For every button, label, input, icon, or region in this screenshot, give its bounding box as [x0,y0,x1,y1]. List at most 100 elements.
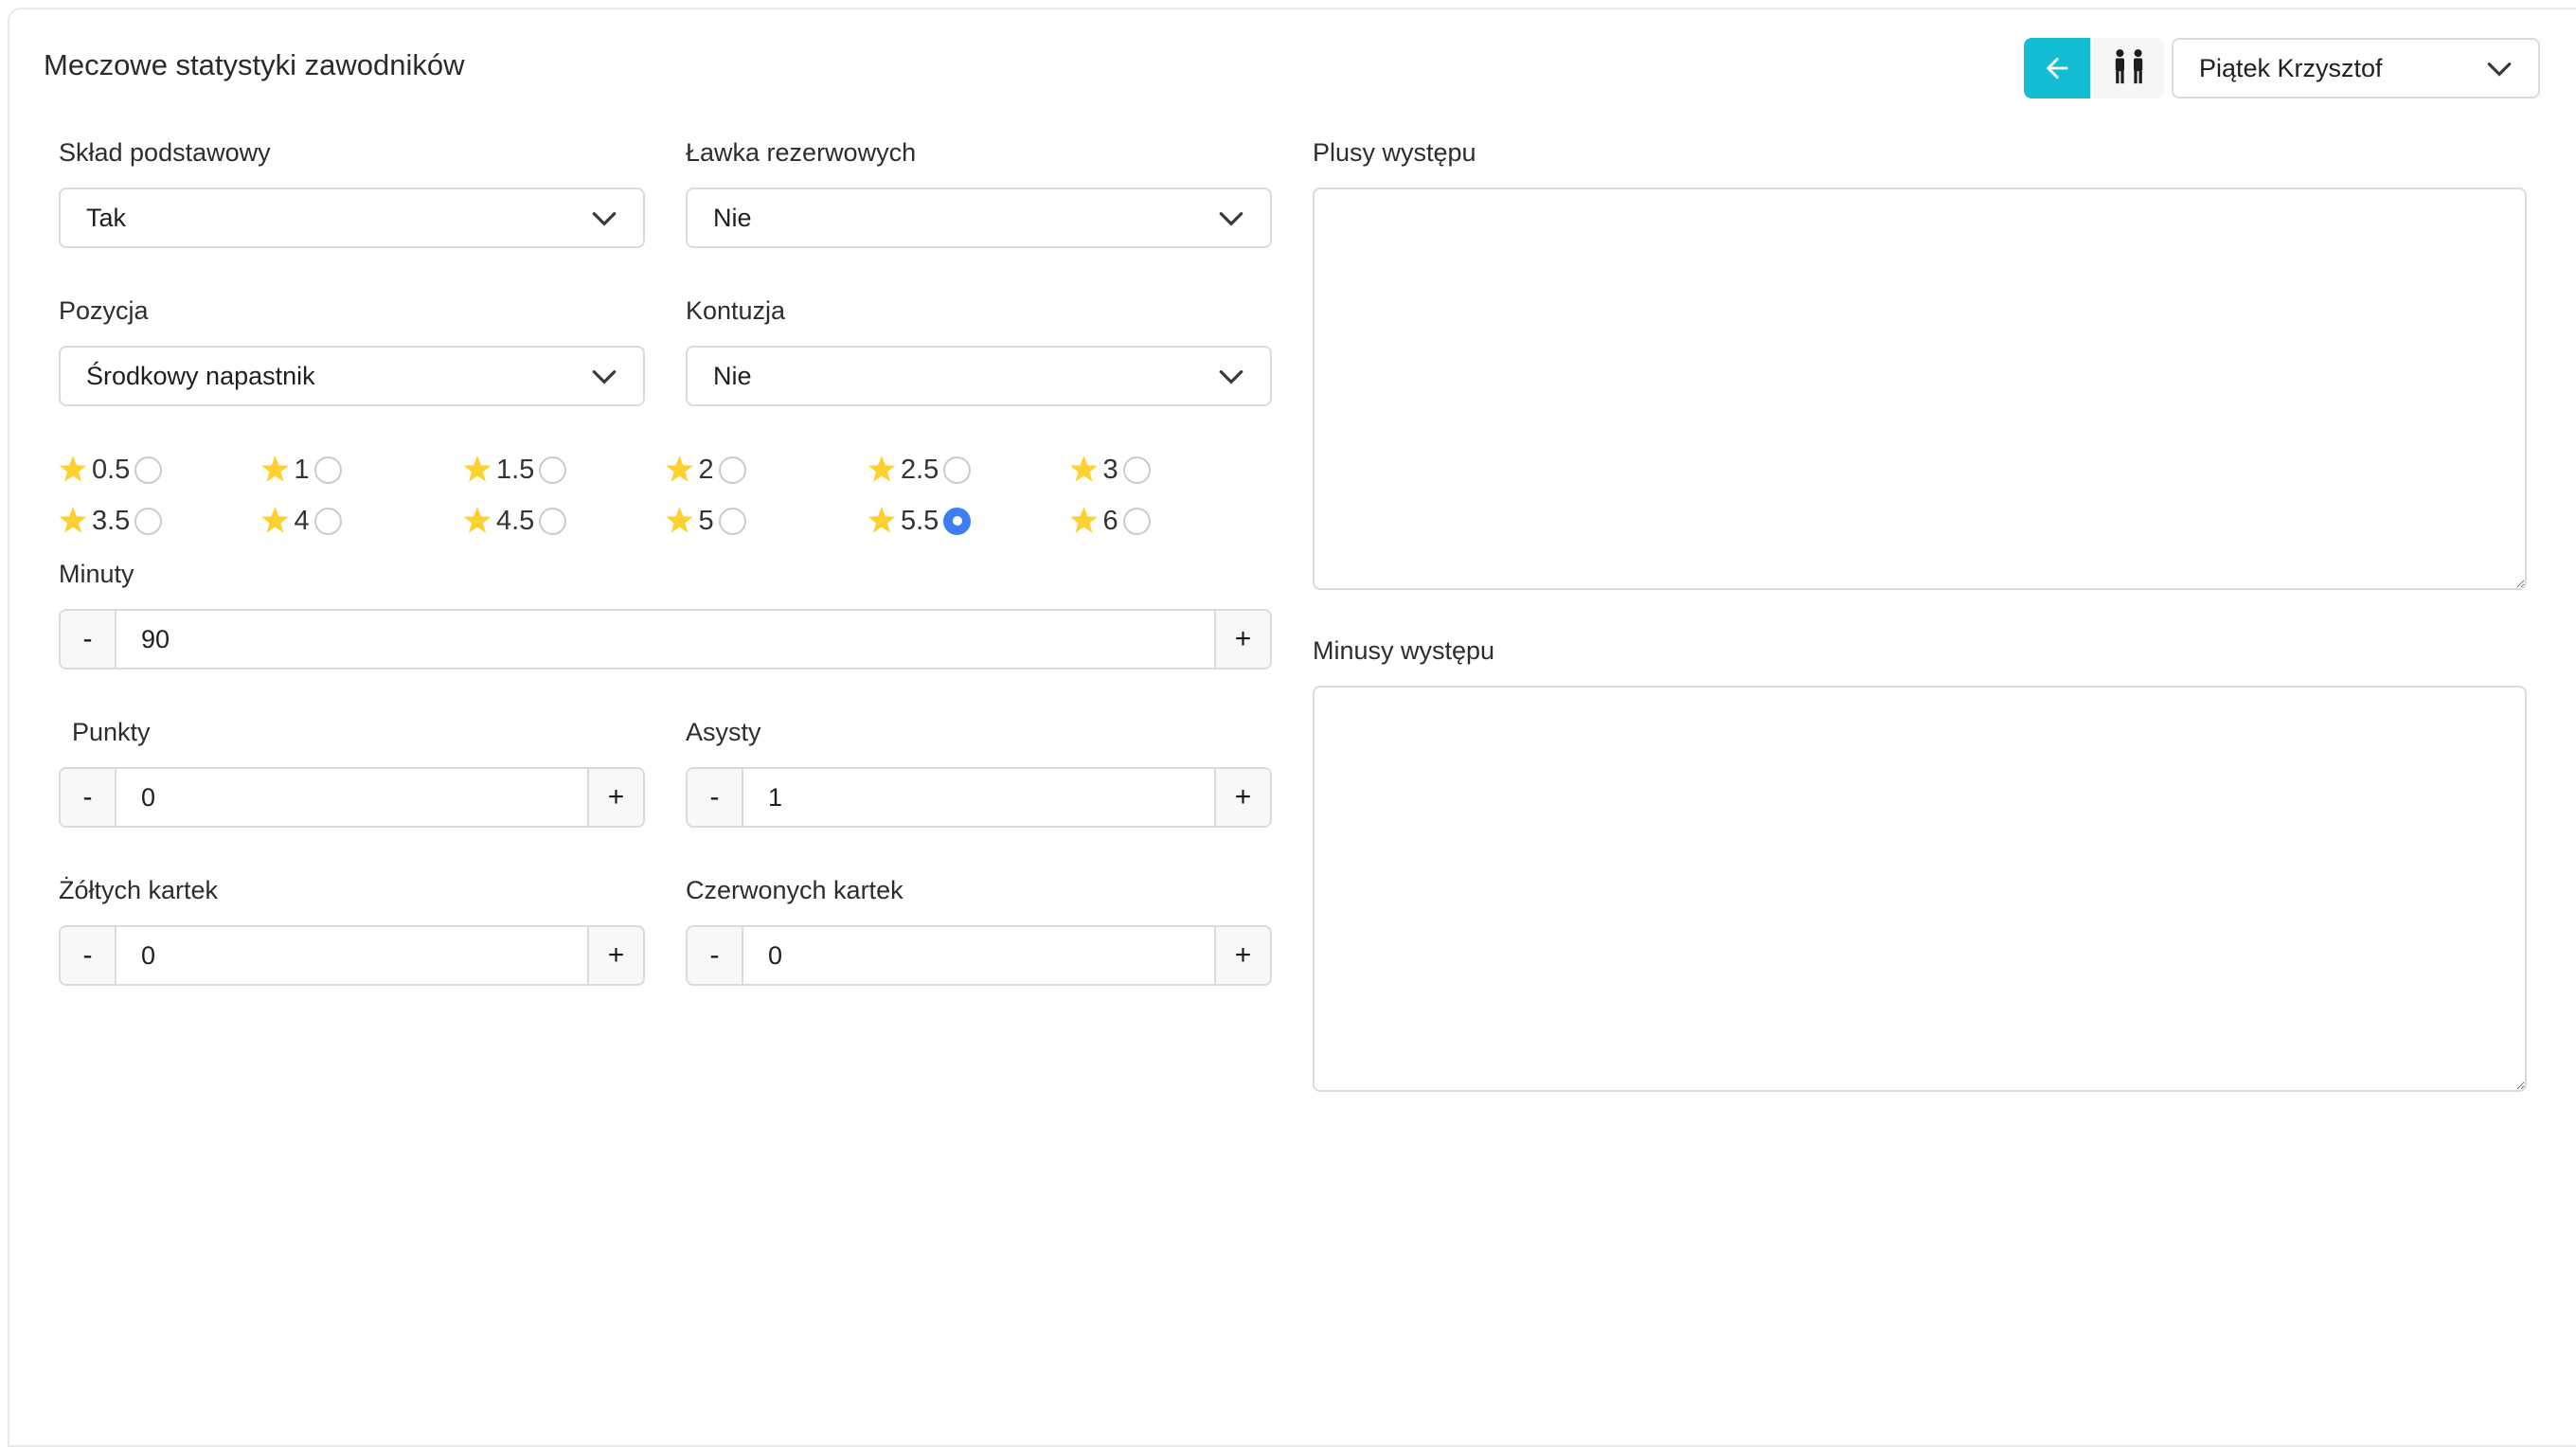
lawka-rezerwowych-select[interactable]: Nie [686,188,1272,248]
star-icon [666,507,694,535]
rating-radio[interactable] [1123,508,1151,535]
rating-option-label: 3 [1103,454,1118,486]
rating-option-label: 1 [295,454,310,486]
czerwonych-kartek-stepper: - + [686,925,1272,986]
asysty-stepper: - + [686,767,1272,828]
star-icon [261,507,290,535]
rating-radio[interactable] [539,508,566,535]
rating-radio[interactable] [719,508,746,535]
rating-radio[interactable] [134,508,162,535]
pozycja-value: Środkowy napastnik [86,362,315,391]
asysty-decrement-button[interactable]: - [688,769,742,826]
asysty-increment-button[interactable]: + [1216,769,1270,826]
player-select-value: Piątek Krzysztof [2199,54,2383,83]
rating-option-label: 0.5 [92,454,130,486]
star-icon [1070,507,1099,535]
minuty-input[interactable] [115,611,1216,668]
star-icon [868,507,896,535]
rating-option-2[interactable]: 2 [666,454,868,486]
czerwonych-kartek-decrement-button[interactable]: - [688,927,742,984]
star-icon [463,507,492,535]
toolbar-button-group [2024,38,2164,98]
field-lawka-rezerwowych: Ławka rezerwowych Nie [686,138,1272,248]
czerwonych-kartek-increment-button[interactable]: + [1216,927,1270,984]
asysty-input[interactable] [742,769,1216,826]
field-asysty: Asysty - + [686,718,1272,828]
punkty-increment-button[interactable]: + [589,769,643,826]
rating-option-4.5[interactable]: 4.5 [463,505,666,537]
sklad-podstawowy-select[interactable]: Tak [59,188,645,248]
pozycja-select[interactable]: Środkowy napastnik [59,346,645,406]
plusy-wystepu-label: Plusy występu [1313,138,2527,167]
rating-option-3.5[interactable]: 3.5 [59,505,261,537]
rating-radio[interactable] [314,456,342,484]
minusy-wystepu-label: Minusy występu [1313,636,2527,665]
minuty-stepper: - + [59,609,1272,670]
star-icon [666,456,694,484]
chevron-down-icon [1219,204,1243,233]
people-icon [2107,46,2151,90]
zoltych-kartek-stepper: - + [59,925,645,986]
rating-option-4[interactable]: 4 [261,505,464,537]
rating-radio[interactable] [943,508,971,535]
czerwonych-kartek-input[interactable] [742,927,1216,984]
arrow-left-icon [2041,52,2073,84]
toolbar: Piątek Krzysztof [2024,38,2540,98]
rating-grid: 0.5 1 1.5 2 [59,454,1272,537]
star-icon [59,456,87,484]
lawka-rezerwowych-label: Ławka rezerwowych [686,138,1272,167]
field-sklad-podstawowy: Skład podstawowy Tak [59,138,645,248]
sklad-podstawowy-value: Tak [86,204,126,233]
plusy-wystepu-textarea[interactable] [1313,188,2527,590]
field-plusy-wystepu: Plusy występu [1313,138,2527,590]
rating-option-6[interactable]: 6 [1070,505,1273,537]
star-icon [59,507,87,535]
form-content: Skład podstawowy Tak Ławka rezerwowych N… [9,138,2576,1092]
stats-card: Meczowe statystyki zawodników [8,8,2576,1447]
rating-radio[interactable] [943,456,971,484]
players-button[interactable] [2090,38,2164,98]
rating-option-0.5[interactable]: 0.5 [59,454,261,486]
rating-option-5.5[interactable]: 5.5 [868,505,1070,537]
back-button[interactable] [2024,38,2090,98]
kontuzja-select[interactable]: Nie [686,346,1272,406]
rating-option-2.5[interactable]: 2.5 [868,454,1070,486]
star-icon [868,456,896,484]
field-pozycja: Pozycja Środkowy napastnik [59,296,645,406]
rating-radio[interactable] [314,508,342,535]
zoltych-kartek-increment-button[interactable]: + [589,927,643,984]
punkty-decrement-button[interactable]: - [61,769,115,826]
punkty-input[interactable] [115,769,589,826]
rating-option-label: 4.5 [496,505,534,537]
rating-option-label: 2 [699,454,714,486]
rating-radio[interactable] [719,456,746,484]
field-minusy-wystepu: Minusy występu [1313,636,2527,1092]
chevron-down-icon [1219,362,1243,391]
pozycja-label: Pozycja [59,296,645,325]
rating-radio[interactable] [1123,456,1151,484]
field-punkty: Punkty - + [59,718,645,828]
rating-option-5[interactable]: 5 [666,505,868,537]
player-select[interactable]: Piątek Krzysztof [2172,38,2540,98]
rating-radio[interactable] [134,456,162,484]
minuty-decrement-button[interactable]: - [61,611,115,668]
minuty-increment-button[interactable]: + [1216,611,1270,668]
rating-radio[interactable] [539,456,566,484]
lawka-rezerwowych-value: Nie [713,204,752,233]
kontuzja-label: Kontuzja [686,296,1272,325]
rating-option-1.5[interactable]: 1.5 [463,454,666,486]
right-panel: Plusy występu Minusy występu [1313,138,2527,1092]
minuty-label: Minuty [59,560,1272,588]
rating-option-label: 4 [295,505,310,537]
rating-option-1[interactable]: 1 [261,454,464,486]
zoltych-kartek-input[interactable] [115,927,589,984]
rating-option-label: 5 [699,505,714,537]
zoltych-kartek-decrement-button[interactable]: - [61,927,115,984]
star-icon [261,456,290,484]
chevron-down-icon [2487,54,2512,83]
rating-option-3[interactable]: 3 [1070,454,1273,486]
minusy-wystepu-textarea[interactable] [1313,686,2527,1092]
sklad-podstawowy-label: Skład podstawowy [59,138,645,167]
field-minuty: Minuty - + [59,560,1272,670]
star-icon [1070,456,1099,484]
